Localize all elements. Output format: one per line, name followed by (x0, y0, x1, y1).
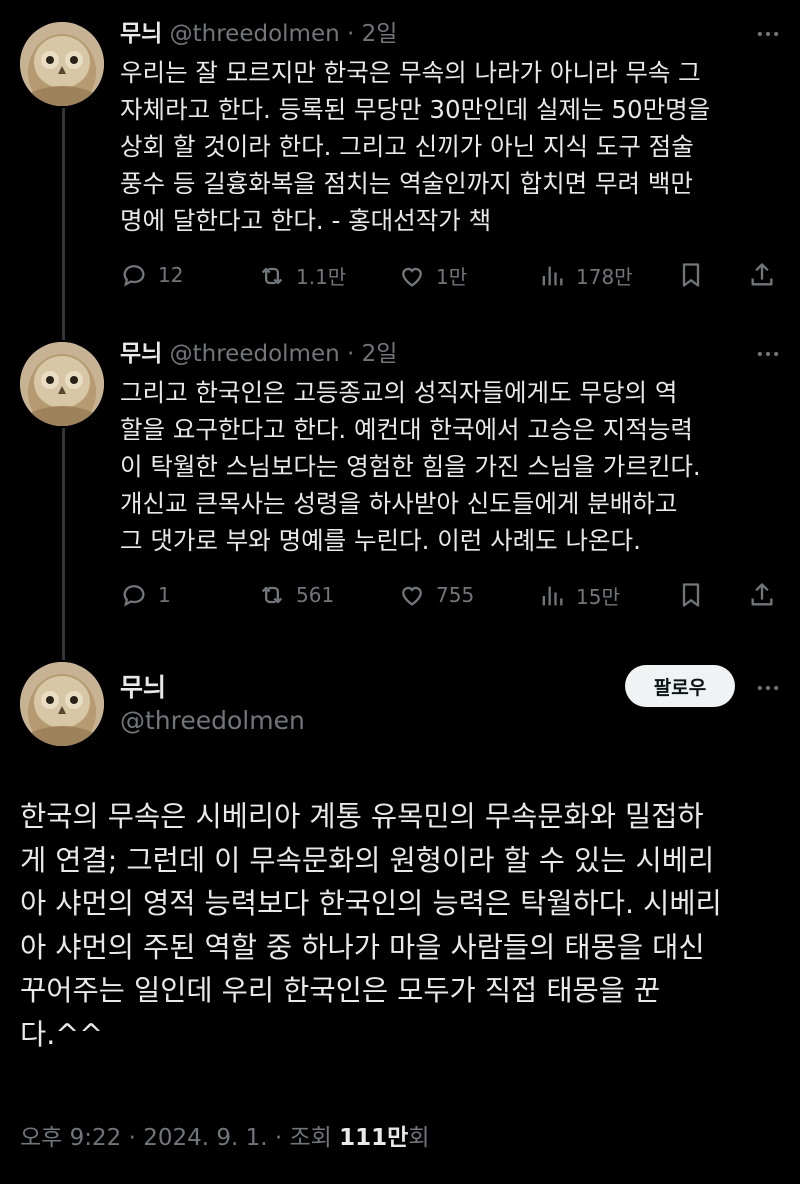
tweet-time[interactable]: 오후 9:22 (20, 1125, 121, 1151)
repost-icon (261, 586, 283, 604)
tweet-actions: 1 561 755 15만 (120, 581, 780, 617)
views-suffix: 회 (408, 1125, 430, 1151)
tweet-header: 무늬 @threedolmen · 2일 (120, 18, 397, 50)
repost-icon (261, 267, 283, 284)
user-handle[interactable]: @threedolmen (170, 341, 340, 367)
heart-icon (402, 267, 422, 287)
tweet-text: 우리는 잘 모르지만 한국은 무속의 나라가 아니라 무속 그 자체라고 한다.… (120, 58, 711, 235)
tweet-meta: 오후 9:22 · 2024. 9. 1. · 조회 111만회 (20, 1118, 430, 1152)
reply-icon (123, 265, 145, 287)
user-handle[interactable]: @threedolmen (120, 706, 305, 735)
like-button[interactable]: 1만 (398, 261, 467, 290)
separator-dot: · (347, 21, 355, 47)
share-button[interactable] (748, 261, 776, 289)
views-button[interactable]: 178만 (538, 261, 633, 290)
views-count: 178만 (576, 265, 633, 289)
tweet-header: 무늬 @threedolmen · 2일 (120, 338, 397, 370)
reply-count: 12 (158, 263, 184, 287)
user-handle[interactable]: @threedolmen (170, 21, 340, 47)
views-count: 111만 (339, 1125, 409, 1151)
like-count: 755 (436, 583, 475, 607)
tweet-time[interactable]: 2일 (362, 21, 398, 47)
thread-tweet[interactable]: 무늬 @threedolmen · 2일 우리는 잘 모르지만 한국은 무속의 … (0, 0, 800, 320)
bookmark-button[interactable] (677, 581, 705, 609)
display-name[interactable]: 무늬 (120, 341, 162, 367)
avatar[interactable] (20, 662, 104, 746)
share-button[interactable] (748, 581, 776, 609)
separator-dot: · (347, 341, 355, 367)
repost-count: 561 (296, 583, 335, 607)
follow-button[interactable]: 팔로우 (625, 665, 735, 707)
owl-avatar-image (20, 662, 104, 746)
bookmark-icon (682, 583, 700, 607)
like-button[interactable]: 755 (398, 581, 474, 609)
display-name[interactable]: 무늬 (120, 668, 166, 704)
views-prefix: 조회 (289, 1125, 332, 1151)
display-name[interactable]: 무늬 (120, 21, 162, 47)
repost-button[interactable]: 1.1만 (258, 261, 346, 290)
tweet-actions: 12 1.1만 1만 178만 (120, 261, 780, 297)
reply-count: 1 (158, 583, 171, 607)
reply-button[interactable]: 12 (120, 261, 183, 289)
share-icon (751, 263, 773, 286)
tweet-date[interactable]: 2024. 9. 1. (143, 1125, 267, 1151)
views-button[interactable]: 15만 (538, 581, 620, 610)
repost-button[interactable]: 561 (258, 581, 334, 609)
more-icon[interactable] (754, 674, 782, 708)
bookmark-icon (682, 263, 700, 287)
tweet-text: 그리고 한국인은 고등종교의 성직자들에게도 무당의 역 할을 요구한다고 한다… (120, 378, 701, 555)
views-count: 15만 (576, 585, 620, 609)
share-icon (751, 583, 773, 606)
bookmark-button[interactable] (677, 261, 705, 289)
thread-tweet[interactable]: 무늬 @threedolmen · 2일 그리고 한국인은 고등종교의 성직자들… (0, 320, 800, 640)
separator-dot: · (128, 1125, 136, 1151)
reply-icon (123, 585, 145, 607)
reply-button[interactable]: 1 (120, 581, 171, 609)
analytics-icon (542, 266, 563, 285)
tweet-time[interactable]: 2일 (362, 341, 398, 367)
repost-count: 1.1만 (296, 265, 347, 289)
main-tweet-text: 한국의 무속은 시베리아 계통 유목민의 무속문화와 밀접하 게 연결; 그런데… (20, 800, 722, 1051)
more-icon[interactable] (754, 340, 782, 374)
more-icon[interactable] (754, 20, 782, 54)
analytics-icon (542, 586, 563, 605)
like-count: 1만 (436, 265, 468, 289)
separator-dot: · (274, 1125, 283, 1151)
heart-icon (402, 586, 422, 606)
